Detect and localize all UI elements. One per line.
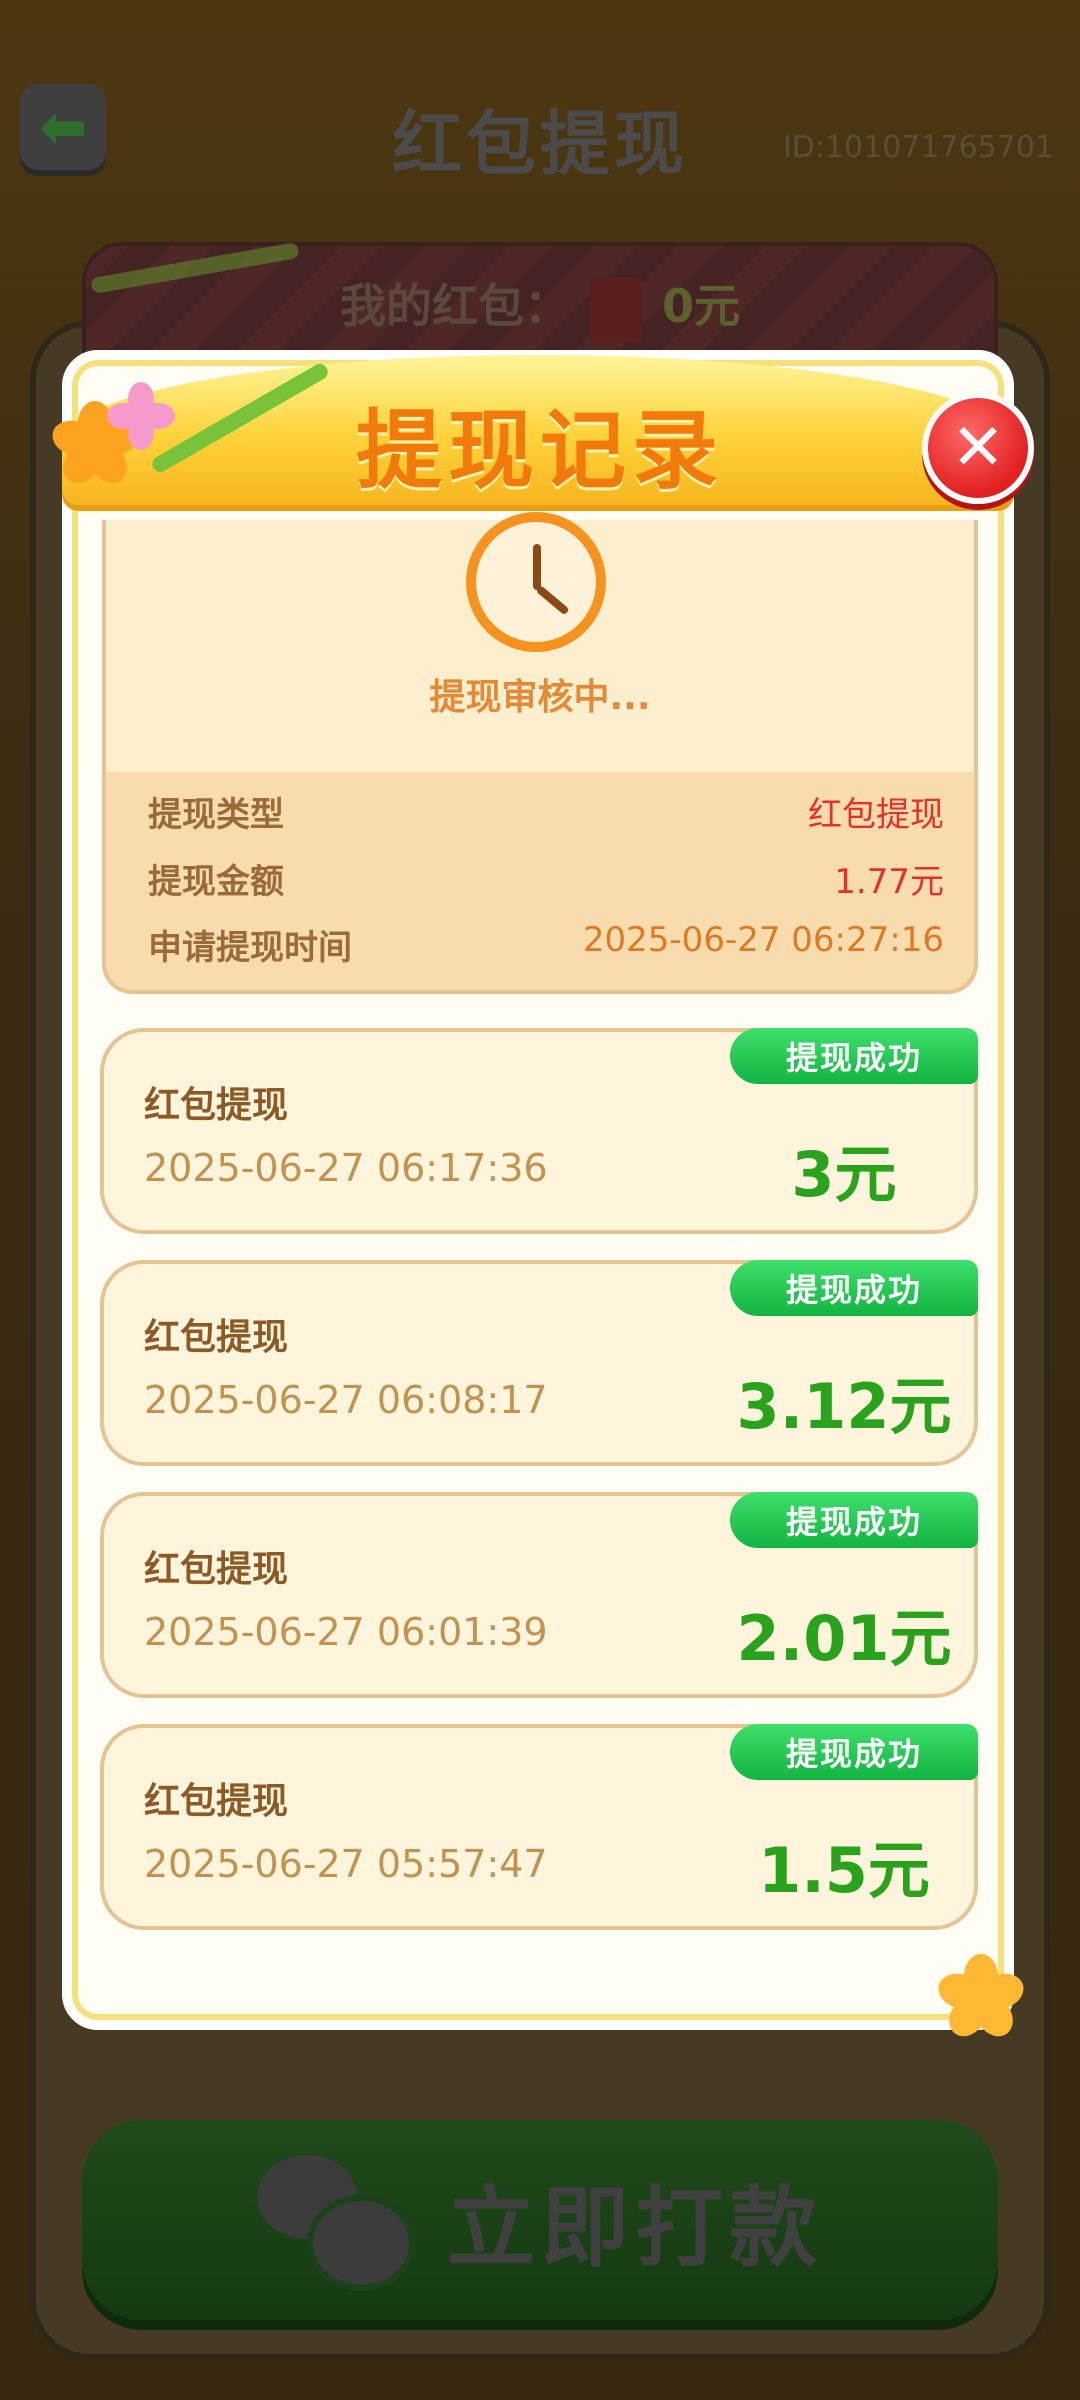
- pay-now-label: 立即打款: [446, 2175, 823, 2279]
- close-icon: ✕: [951, 411, 1005, 485]
- record-item: 提现成功 红包提现 2025-06-27 06:17:36 3元: [100, 1028, 978, 1234]
- record-item: 提现成功 红包提现 2025-06-27 06:01:39 2.01元: [100, 1492, 978, 1698]
- close-button[interactable]: ✕: [922, 392, 1034, 504]
- status-badge: 提现成功: [730, 1260, 978, 1316]
- record-item: 提现成功 红包提现 2025-06-27 05:57:47 1.5元: [100, 1724, 978, 1930]
- withdraw-amount-label: 提现金额: [148, 862, 284, 902]
- record-time: 2025-06-27 06:17:36: [144, 1146, 548, 1190]
- red-envelope-icon: [589, 276, 642, 343]
- withdraw-type-label: 提现类型: [148, 795, 284, 835]
- status-badge: 提现成功: [730, 1028, 978, 1084]
- status-badge: 提现成功: [730, 1492, 978, 1548]
- record-amount: 3.12元: [736, 1370, 952, 1443]
- record-time: 2025-06-27 05:57:47: [144, 1842, 548, 1886]
- record-amount: 2.01元: [736, 1602, 952, 1675]
- apply-time-label: 申请提现时间: [148, 928, 352, 968]
- record-amount: 3元: [791, 1138, 897, 1211]
- withdraw-amount-value: 1.77元: [834, 862, 944, 902]
- apply-time-value: 2025-06-27 06:27:16: [582, 920, 944, 960]
- record-type: 红包提现: [144, 1549, 289, 1590]
- status-badge: 提现成功: [730, 1724, 978, 1780]
- record-item: 提现成功 红包提现 2025-06-27 06:08:17 3.12元: [100, 1260, 978, 1466]
- record-time: 2025-06-27 06:08:17: [144, 1378, 548, 1422]
- record-type: 红包提现: [144, 1781, 289, 1822]
- pending-status: 提现审核中...: [429, 677, 651, 718]
- my-redpack-amount: 0元: [661, 279, 740, 333]
- my-redpack-label: 我的红包：: [339, 279, 570, 333]
- record-amount: 1.5元: [758, 1834, 930, 1907]
- record-time: 2025-06-27 06:01:39: [144, 1610, 548, 1654]
- withdraw-type-value: 红包提现: [808, 795, 944, 835]
- record-type: 红包提现: [144, 1085, 289, 1126]
- user-id: ID:101071765701: [782, 130, 1054, 165]
- pay-now-button[interactable]: 立即打款: [82, 2120, 998, 2320]
- wechat-icon: [256, 2155, 415, 2291]
- clock-icon: [466, 512, 606, 652]
- record-type: 红包提现: [144, 1317, 289, 1358]
